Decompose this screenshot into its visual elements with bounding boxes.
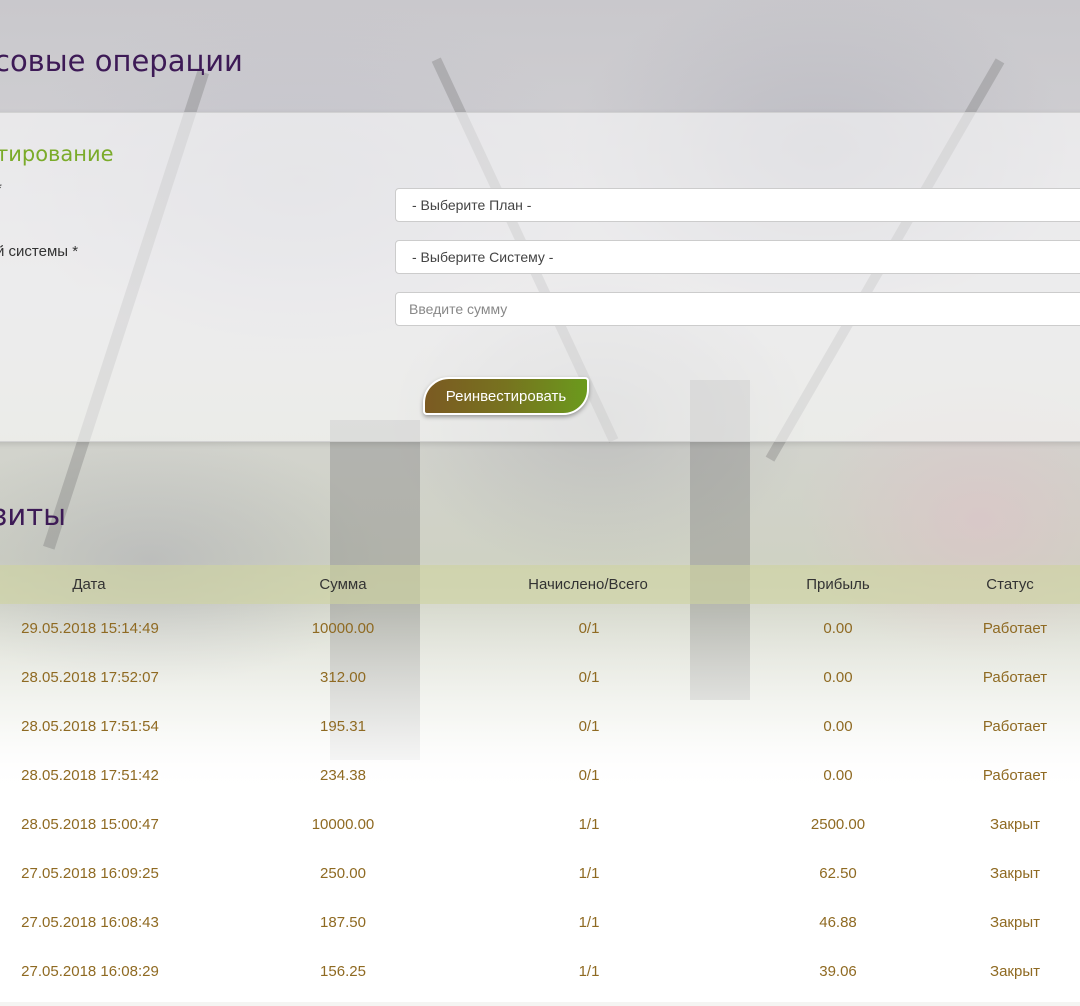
cell-status: Работает	[982, 620, 1048, 637]
cell-accrued: 1/1	[578, 865, 600, 882]
column-header-amount: Сумма	[319, 576, 367, 593]
cell-profit: 0.00	[823, 620, 853, 637]
payment-system-select[interactable]: - Выберите Систему -	[395, 240, 1080, 274]
reinvest-section-title: тирование	[0, 142, 114, 166]
plan-select[interactable]: - Выберите План -	[395, 188, 1080, 222]
column-header-profit: Прибыль	[806, 576, 870, 593]
cell-amount: 195.31	[320, 718, 366, 735]
cell-profit: 46.88	[819, 914, 857, 931]
page-title: совые операции	[0, 44, 243, 78]
table-row: 28.05.2018 17:52:07 312.00 0/1 0.00 Рабо…	[0, 663, 1080, 712]
table-row: 28.05.2018 15:00:47 10000.00 1/1 2500.00…	[0, 810, 1080, 859]
payment-system-label: й системы *	[0, 243, 79, 260]
deposits-title: зиты	[0, 498, 67, 532]
cell-accrued: 1/1	[578, 914, 600, 931]
cell-amount: 156.25	[320, 963, 366, 980]
table-row: 29.05.2018 15:14:49 10000.00 0/1 0.00 Ра…	[0, 614, 1080, 663]
deposits-table-header: Дата Сумма Начислено/Всего Прибыль Стату…	[0, 565, 1080, 604]
cell-accrued: 0/1	[578, 718, 600, 735]
cell-profit: 0.00	[823, 718, 853, 735]
cell-amount: 312.00	[320, 669, 366, 686]
cell-accrued: 0/1	[578, 620, 600, 637]
cell-date: 27.05.2018 16:09:25	[21, 865, 159, 882]
cell-date: 27.05.2018 16:08:43	[21, 914, 159, 931]
cell-status: Закрыт	[990, 963, 1040, 980]
cell-status: Работает	[982, 767, 1048, 784]
cell-amount: 187.50	[320, 914, 366, 931]
amount-input[interactable]	[395, 292, 1080, 326]
cell-profit: 0.00	[823, 669, 853, 686]
cell-accrued: 1/1	[578, 816, 600, 833]
cell-accrued: 0/1	[578, 669, 600, 686]
cell-amount: 250.00	[320, 865, 366, 882]
cell-accrued: 0/1	[578, 767, 600, 784]
cell-amount: 10000.00	[311, 620, 375, 637]
column-header-status: Статус	[986, 576, 1034, 593]
cell-status: Закрыт	[990, 914, 1040, 931]
plan-label: *	[0, 180, 2, 197]
table-row: 28.05.2018 17:51:42 234.38 0/1 0.00 Рабо…	[0, 761, 1080, 810]
cell-profit: 39.06	[819, 963, 857, 980]
table-row: 27.05.2018 16:08:29 156.25 1/1 39.06 Зак…	[0, 957, 1080, 1006]
column-header-date: Дата	[72, 576, 106, 593]
table-row: 27.05.2018 16:09:25 250.00 1/1 62.50 Зак…	[0, 859, 1080, 908]
cell-date: 28.05.2018 17:52:07	[21, 669, 159, 686]
cell-date: 28.05.2018 17:51:54	[21, 718, 159, 735]
table-row: 27.05.2018 16:08:43 187.50 1/1 46.88 Зак…	[0, 908, 1080, 957]
cell-amount: 234.38	[320, 767, 366, 784]
cell-date: 27.05.2018 16:08:29	[21, 963, 159, 980]
cell-status: Закрыт	[990, 816, 1040, 833]
cell-date: 28.05.2018 17:51:42	[21, 767, 159, 784]
cell-accrued: 1/1	[578, 963, 600, 980]
cell-date: 28.05.2018 15:00:47	[21, 816, 159, 833]
reinvest-button[interactable]: Реинвестировать	[423, 377, 589, 415]
cell-date: 29.05.2018 15:14:49	[21, 620, 159, 637]
cell-status: Работает	[982, 669, 1048, 686]
cell-profit: 0.00	[823, 767, 853, 784]
cell-status: Закрыт	[990, 865, 1040, 882]
cell-profit: 2500.00	[810, 816, 866, 833]
cell-amount: 10000.00	[311, 816, 375, 833]
cell-status: Работает	[982, 718, 1048, 735]
column-header-accrued: Начислено/Всего	[528, 576, 648, 593]
table-row: 28.05.2018 17:51:54 195.31 0/1 0.00 Рабо…	[0, 712, 1080, 761]
cell-profit: 62.50	[819, 865, 857, 882]
